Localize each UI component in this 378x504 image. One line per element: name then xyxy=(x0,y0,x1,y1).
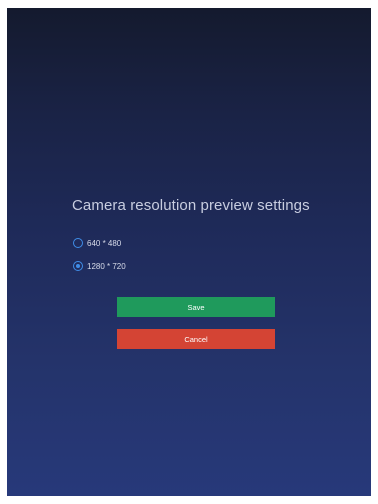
settings-screen: Camera resolution preview settings 640 *… xyxy=(7,8,371,496)
cancel-button[interactable]: Cancel xyxy=(117,329,275,349)
dialog-title: Camera resolution preview settings xyxy=(72,197,310,214)
save-button[interactable]: Save xyxy=(117,297,275,317)
resolution-option-1280x720[interactable]: 1280 * 720 xyxy=(73,259,126,273)
resolution-option-640x480[interactable]: 640 * 480 xyxy=(73,236,121,250)
resolution-option-label: 640 * 480 xyxy=(87,238,122,248)
resolution-option-label: 1280 * 720 xyxy=(87,261,126,271)
radio-button-unchecked[interactable] xyxy=(73,238,83,248)
radio-button-checked[interactable] xyxy=(73,261,83,271)
